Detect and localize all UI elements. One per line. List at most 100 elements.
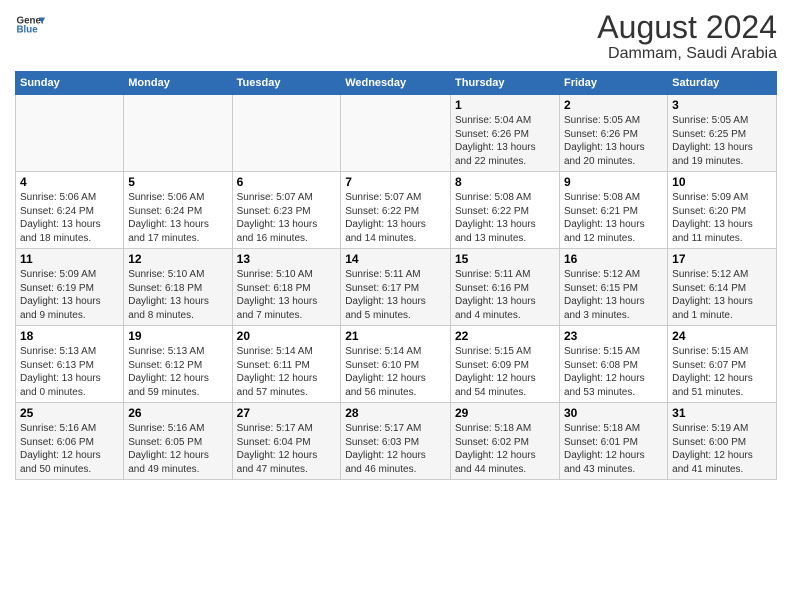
day-number: 12	[128, 252, 227, 266]
day-cell: 17 Sunrise: 5:12 AM Sunset: 6:14 PM Dayli…	[668, 249, 777, 326]
day-info: Sunrise: 5:07 AM Sunset: 6:22 PM Dayligh…	[345, 191, 446, 245]
week-row-5: 25 Sunrise: 5:16 AM Sunset: 6:06 PM Dayli…	[16, 403, 777, 480]
day-number: 24	[672, 329, 772, 343]
day-number: 5	[128, 175, 227, 189]
day-number: 9	[564, 175, 663, 189]
day-info: Sunrise: 5:12 AM Sunset: 6:15 PM Dayligh…	[564, 268, 663, 322]
day-header-friday: Friday	[559, 72, 667, 95]
day-info: Sunrise: 5:18 AM Sunset: 6:01 PM Dayligh…	[564, 422, 663, 476]
page: General Blue August 2024 Dammam, Saudi A…	[0, 0, 792, 490]
day-info: Sunrise: 5:05 AM Sunset: 6:26 PM Dayligh…	[564, 114, 663, 168]
day-cell: 20Sunrise: 5:14 AM Sunset: 6:11 PM Dayli…	[232, 326, 341, 403]
day-number: 22	[455, 329, 555, 343]
day-info: Sunrise: 5:12 AM Sunset: 6:14 PM Dayligh…	[672, 268, 772, 322]
day-cell: 25 Sunrise: 5:16 AM Sunset: 6:06 PM Dayli…	[16, 403, 124, 480]
day-number: 30	[564, 406, 663, 420]
day-number: 2	[564, 98, 663, 112]
subtitle: Dammam, Saudi Arabia	[597, 45, 777, 63]
day-cell	[341, 95, 451, 172]
day-info: Sunrise: 5:11 AM Sunset: 6:17 PM Dayligh…	[345, 268, 446, 322]
day-cell	[16, 95, 124, 172]
day-cell: 23 Sunrise: 5:15 AM Sunset: 6:08 PM Dayli…	[559, 326, 667, 403]
week-row-1: 1Sunrise: 5:04 AM Sunset: 6:26 PM Daylig…	[16, 95, 777, 172]
day-info: Sunrise: 5:13 AM Sunset: 6:12 PM Dayligh…	[128, 345, 227, 399]
day-cell: 3 Sunrise: 5:05 AM Sunset: 6:25 PM Daylig…	[668, 95, 777, 172]
day-cell: 15Sunrise: 5:11 AM Sunset: 6:16 PM Dayli…	[451, 249, 560, 326]
day-header-wednesday: Wednesday	[341, 72, 451, 95]
day-info: Sunrise: 5:16 AM Sunset: 6:06 PM Dayligh…	[20, 422, 119, 476]
day-info: Sunrise: 5:09 AM Sunset: 6:20 PM Dayligh…	[672, 191, 772, 245]
day-cell: 9 Sunrise: 5:08 AM Sunset: 6:21 PM Daylig…	[559, 172, 667, 249]
day-cell: 12 Sunrise: 5:10 AM Sunset: 6:18 PM Dayli…	[124, 249, 232, 326]
day-info: Sunrise: 5:15 AM Sunset: 6:07 PM Dayligh…	[672, 345, 772, 399]
day-cell: 19 Sunrise: 5:13 AM Sunset: 6:12 PM Dayli…	[124, 326, 232, 403]
day-info: Sunrise: 5:18 AM Sunset: 6:02 PM Dayligh…	[455, 422, 555, 476]
day-cell: 6Sunrise: 5:07 AM Sunset: 6:23 PM Daylig…	[232, 172, 341, 249]
day-info: Sunrise: 5:05 AM Sunset: 6:25 PM Dayligh…	[672, 114, 772, 168]
day-number: 13	[237, 252, 337, 266]
day-number: 15	[455, 252, 555, 266]
day-number: 18	[20, 329, 119, 343]
day-info: Sunrise: 5:17 AM Sunset: 6:03 PM Dayligh…	[345, 422, 446, 476]
day-cell: 28Sunrise: 5:17 AM Sunset: 6:03 PM Dayli…	[341, 403, 451, 480]
day-cell: 30 Sunrise: 5:18 AM Sunset: 6:01 PM Dayli…	[559, 403, 667, 480]
day-number: 4	[20, 175, 119, 189]
day-number: 14	[345, 252, 446, 266]
day-number: 8	[455, 175, 555, 189]
day-cell: 24 Sunrise: 5:15 AM Sunset: 6:07 PM Dayli…	[668, 326, 777, 403]
day-number: 31	[672, 406, 772, 420]
day-cell: 2 Sunrise: 5:05 AM Sunset: 6:26 PM Daylig…	[559, 95, 667, 172]
day-info: Sunrise: 5:06 AM Sunset: 6:24 PM Dayligh…	[128, 191, 227, 245]
day-info: Sunrise: 5:15 AM Sunset: 6:09 PM Dayligh…	[455, 345, 555, 399]
day-info: Sunrise: 5:06 AM Sunset: 6:24 PM Dayligh…	[20, 191, 119, 245]
day-info: Sunrise: 5:13 AM Sunset: 6:13 PM Dayligh…	[20, 345, 119, 399]
day-info: Sunrise: 5:08 AM Sunset: 6:21 PM Dayligh…	[564, 191, 663, 245]
day-number: 19	[128, 329, 227, 343]
day-number: 27	[237, 406, 337, 420]
day-cell: 1Sunrise: 5:04 AM Sunset: 6:26 PM Daylig…	[451, 95, 560, 172]
day-cell	[232, 95, 341, 172]
day-cell: 18 Sunrise: 5:13 AM Sunset: 6:13 PM Dayli…	[16, 326, 124, 403]
day-cell: 21 Sunrise: 5:14 AM Sunset: 6:10 PM Dayli…	[341, 326, 451, 403]
week-row-3: 11Sunrise: 5:09 AM Sunset: 6:19 PM Dayli…	[16, 249, 777, 326]
day-number: 17	[672, 252, 772, 266]
day-cell: 26Sunrise: 5:16 AM Sunset: 6:05 PM Dayli…	[124, 403, 232, 480]
day-cell: 14 Sunrise: 5:11 AM Sunset: 6:17 PM Dayli…	[341, 249, 451, 326]
day-header-sunday: Sunday	[16, 72, 124, 95]
day-number: 23	[564, 329, 663, 343]
day-cell: 22 Sunrise: 5:15 AM Sunset: 6:09 PM Dayli…	[451, 326, 560, 403]
day-cell: 11Sunrise: 5:09 AM Sunset: 6:19 PM Dayli…	[16, 249, 124, 326]
calendar-header-row: SundayMondayTuesdayWednesdayThursdayFrid…	[16, 72, 777, 95]
day-cell: 16Sunrise: 5:12 AM Sunset: 6:15 PM Dayli…	[559, 249, 667, 326]
week-row-4: 18 Sunrise: 5:13 AM Sunset: 6:13 PM Dayli…	[16, 326, 777, 403]
day-info: Sunrise: 5:15 AM Sunset: 6:08 PM Dayligh…	[564, 345, 663, 399]
day-info: Sunrise: 5:14 AM Sunset: 6:10 PM Dayligh…	[345, 345, 446, 399]
day-info: Sunrise: 5:10 AM Sunset: 6:18 PM Dayligh…	[237, 268, 337, 322]
day-number: 7	[345, 175, 446, 189]
day-cell	[124, 95, 232, 172]
day-number: 29	[455, 406, 555, 420]
day-number: 25	[20, 406, 119, 420]
day-info: Sunrise: 5:16 AM Sunset: 6:05 PM Dayligh…	[128, 422, 227, 476]
day-header-thursday: Thursday	[451, 72, 560, 95]
calendar-table: SundayMondayTuesdayWednesdayThursdayFrid…	[15, 71, 777, 480]
calendar-body: 1Sunrise: 5:04 AM Sunset: 6:26 PM Daylig…	[16, 95, 777, 480]
day-info: Sunrise: 5:10 AM Sunset: 6:18 PM Dayligh…	[128, 268, 227, 322]
svg-text:Blue: Blue	[17, 25, 39, 36]
day-cell: 29 Sunrise: 5:18 AM Sunset: 6:02 PM Dayli…	[451, 403, 560, 480]
day-number: 3	[672, 98, 772, 112]
day-cell: 27 Sunrise: 5:17 AM Sunset: 6:04 PM Dayli…	[232, 403, 341, 480]
day-info: Sunrise: 5:19 AM Sunset: 6:00 PM Dayligh…	[672, 422, 772, 476]
day-info: Sunrise: 5:07 AM Sunset: 6:23 PM Dayligh…	[237, 191, 337, 245]
day-number: 21	[345, 329, 446, 343]
header: General Blue August 2024 Dammam, Saudi A…	[15, 10, 777, 63]
day-cell: 4 Sunrise: 5:06 AM Sunset: 6:24 PM Daylig…	[16, 172, 124, 249]
main-title: August 2024	[597, 10, 777, 45]
day-header-tuesday: Tuesday	[232, 72, 341, 95]
day-info: Sunrise: 5:17 AM Sunset: 6:04 PM Dayligh…	[237, 422, 337, 476]
day-number: 10	[672, 175, 772, 189]
day-number: 1	[455, 98, 555, 112]
day-header-saturday: Saturday	[668, 72, 777, 95]
day-header-monday: Monday	[124, 72, 232, 95]
logo-icon: General Blue	[15, 10, 45, 40]
